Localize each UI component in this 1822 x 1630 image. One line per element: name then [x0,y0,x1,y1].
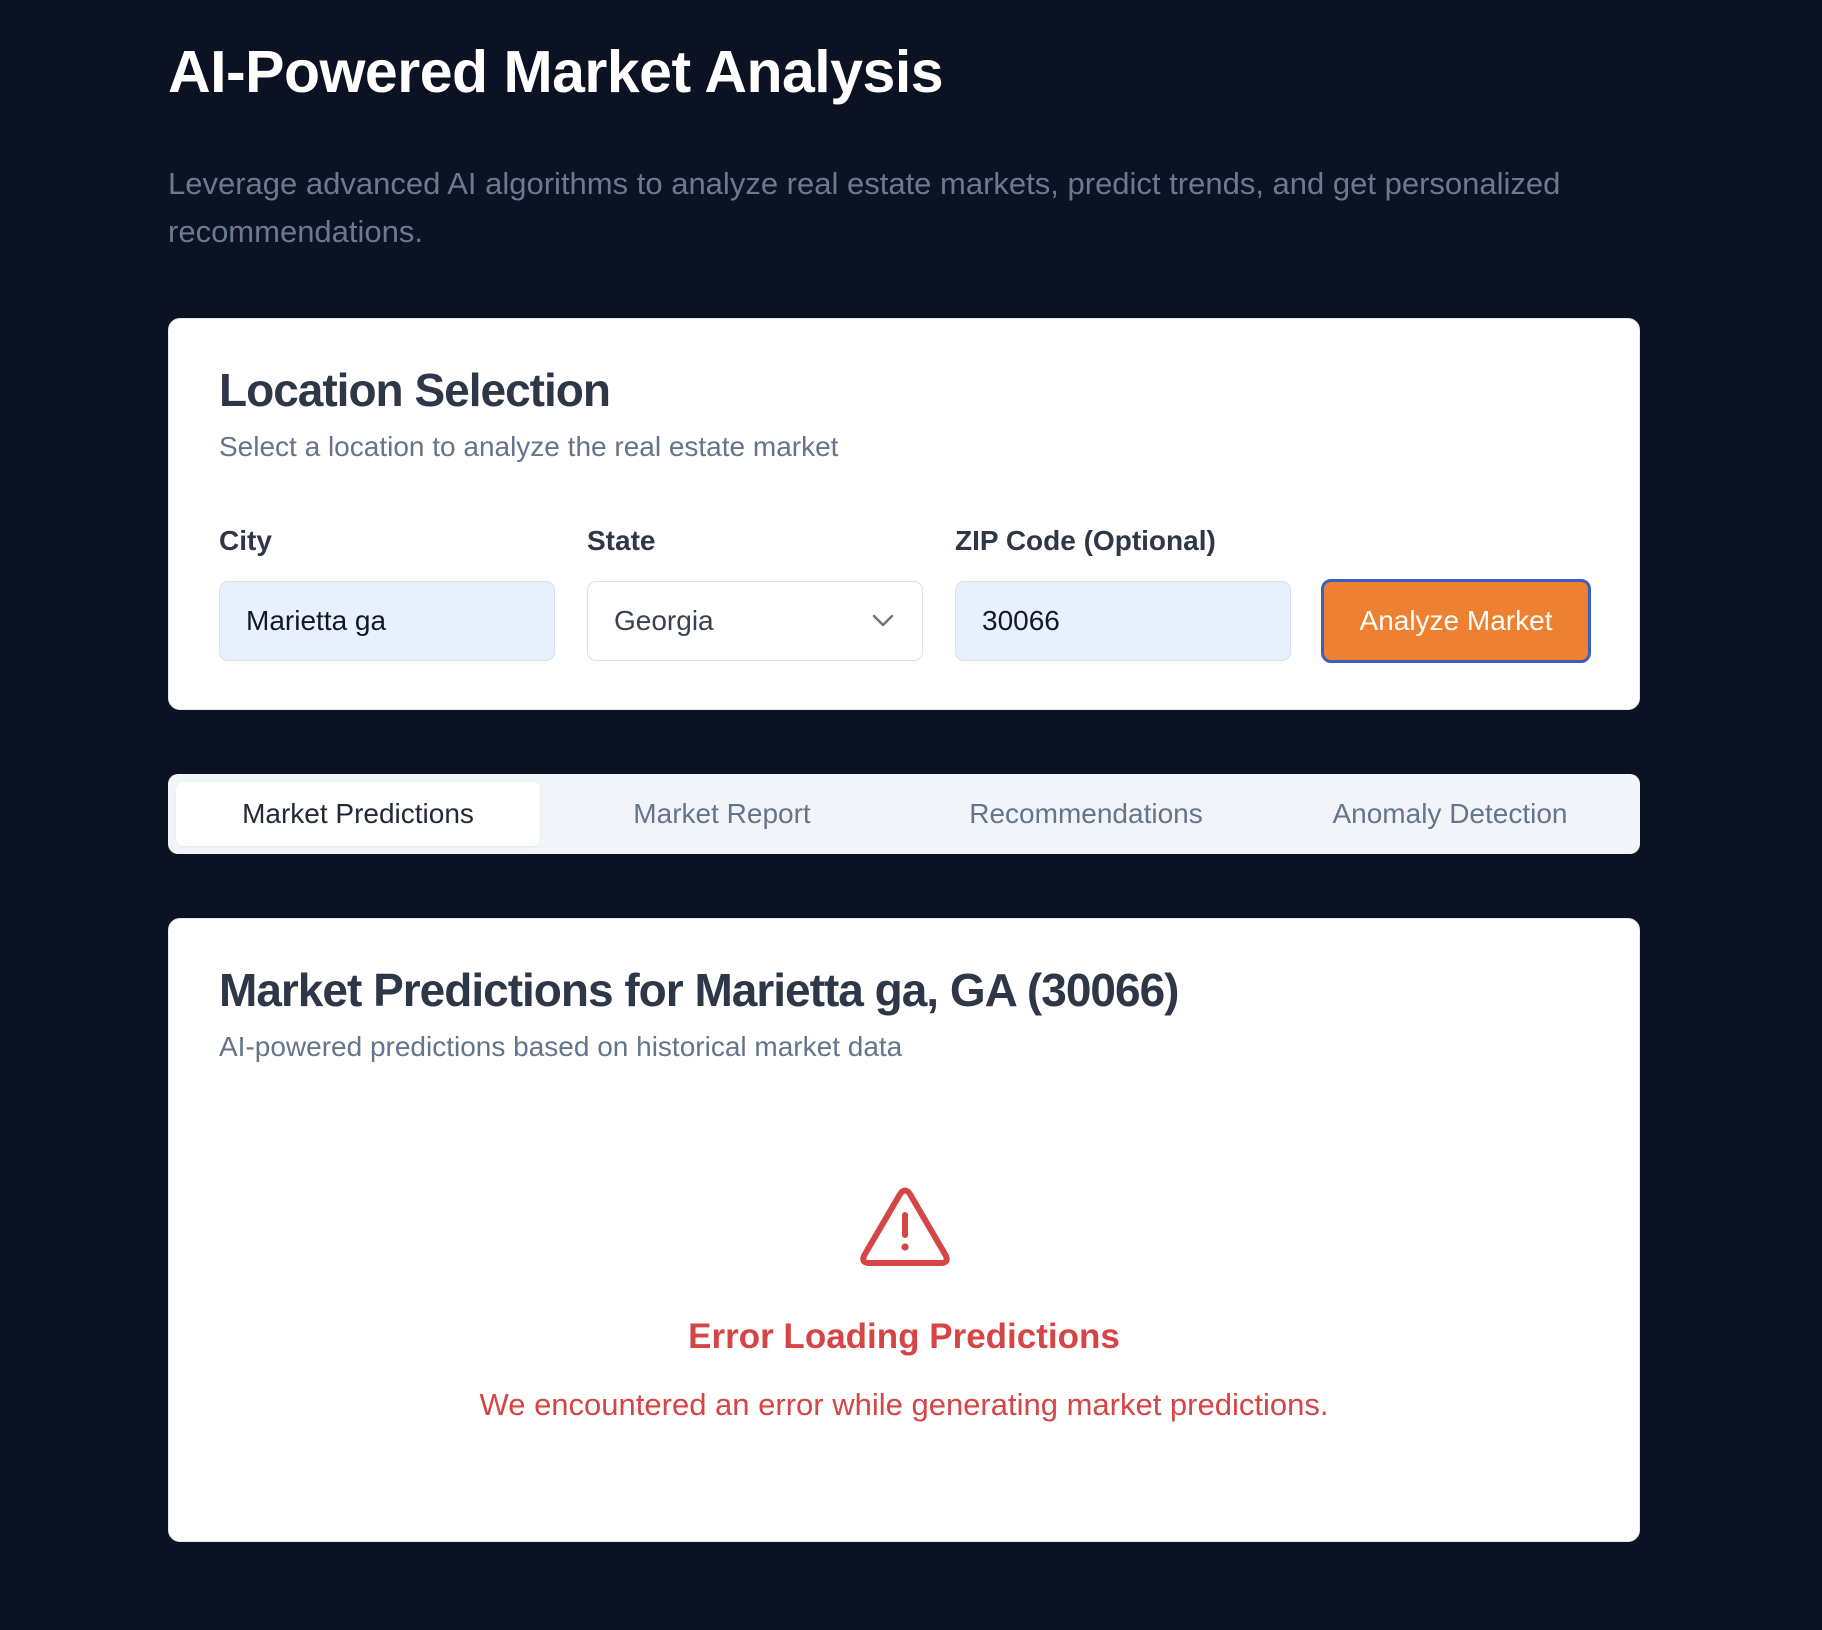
market-predictions-description: AI-powered predictions based on historic… [219,1031,903,1062]
error-message: We encountered an error while generating… [479,1387,1329,1422]
location-selection-card: Location Selection Select a location to … [168,318,1640,710]
location-selection-title: Location Selection [219,364,611,416]
state-label: State [587,525,656,556]
tab-anomaly-detection[interactable]: Anomaly Detection [1268,782,1632,846]
market-predictions-card: Market Predictions for Marietta ga, GA (… [168,918,1640,1542]
page-title: AI-Powered Market Analysis [168,39,944,105]
state-select-value: Georgia [614,605,714,636]
city-input-value: Marietta ga [246,605,387,636]
error-title: Error Loading Predictions [688,1317,1120,1356]
page: AI-Powered Market Analysis Leverage adva… [0,0,1822,1630]
state-select[interactable]: Georgia [587,581,923,661]
tab-recommendations[interactable]: Recommendations [904,782,1268,846]
city-input[interactable]: Marietta ga [219,581,555,661]
zip-label: ZIP Code (Optional) [955,525,1216,556]
city-label: City [219,525,272,556]
tab-market-report[interactable]: Market Report [540,782,904,846]
tab-market-predictions[interactable]: Market Predictions [176,782,540,846]
zip-input-value: 30066 [982,605,1060,636]
market-predictions-title: Market Predictions for Marietta ga, GA (… [219,964,1179,1016]
analysis-tabs: Market Predictions Market Report Recomme… [168,774,1640,854]
location-selection-description: Select a location to analyze the real es… [219,431,839,462]
analyze-market-button[interactable]: Analyze Market [1321,579,1591,663]
page-subtitle: Leverage advanced AI algorithms to analy… [168,166,1561,249]
zip-input[interactable]: 30066 [955,581,1291,661]
chevron-down-icon [872,614,894,627]
warning-triangle-icon [860,1187,950,1266]
